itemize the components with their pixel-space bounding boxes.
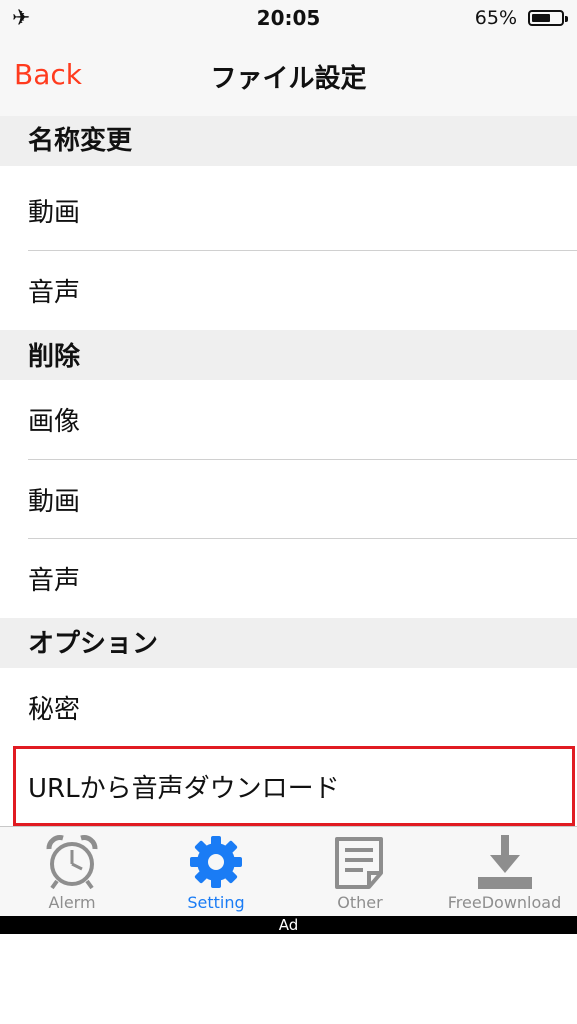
tab-label: Other bbox=[337, 893, 383, 912]
list-item-delete-video[interactable]: 動画 bbox=[0, 460, 577, 539]
navigation-bar: Back ファイル設定 bbox=[0, 36, 577, 116]
ad-banner[interactable]: Ad bbox=[0, 916, 577, 934]
list-item-label: 動画 bbox=[28, 487, 81, 517]
list-item-rename-video[interactable]: 動画 bbox=[0, 171, 577, 250]
list-item-label: 画像 bbox=[28, 407, 81, 437]
note-icon bbox=[335, 837, 383, 889]
list-item-rename-audio[interactable]: 音声 bbox=[0, 251, 577, 330]
status-bar: ✈ 20:05 65% bbox=[0, 0, 577, 36]
tab-alerm[interactable]: Alerm bbox=[0, 827, 144, 917]
tab-label: Alerm bbox=[48, 893, 96, 912]
gear-icon bbox=[190, 836, 242, 888]
tab-other[interactable]: Other bbox=[288, 827, 432, 917]
list-item-label: 音声 bbox=[28, 278, 81, 308]
tab-freedownload[interactable]: FreeDownload bbox=[432, 827, 577, 917]
battery-icon bbox=[528, 10, 568, 26]
list-item-label: 音声 bbox=[28, 566, 81, 596]
ad-label: Ad bbox=[278, 916, 299, 934]
download-icon bbox=[477, 835, 532, 889]
tab-label: FreeDownload bbox=[447, 893, 562, 912]
page-title: ファイル設定 bbox=[210, 64, 367, 94]
list-item-label: 秘密 bbox=[28, 695, 81, 725]
section-header-options: オプション bbox=[0, 618, 577, 668]
tab-label: Setting bbox=[187, 893, 245, 912]
section-header-rename: 名称変更 bbox=[0, 116, 577, 166]
highlight-box bbox=[13, 746, 575, 826]
section-header-delete: 削除 bbox=[0, 330, 577, 380]
battery-percent: 65% bbox=[474, 7, 517, 29]
list-item-label: 動画 bbox=[28, 198, 81, 228]
list-item-delete-audio[interactable]: 音声 bbox=[0, 539, 577, 618]
tab-bar: Alerm Setting Other FreeDownload bbox=[0, 826, 577, 916]
list-item-secret[interactable]: 秘密 bbox=[0, 668, 577, 747]
list-item-delete-image[interactable]: 画像 bbox=[0, 380, 577, 459]
tab-setting[interactable]: Setting bbox=[144, 827, 288, 917]
alarm-clock-icon bbox=[46, 835, 98, 890]
